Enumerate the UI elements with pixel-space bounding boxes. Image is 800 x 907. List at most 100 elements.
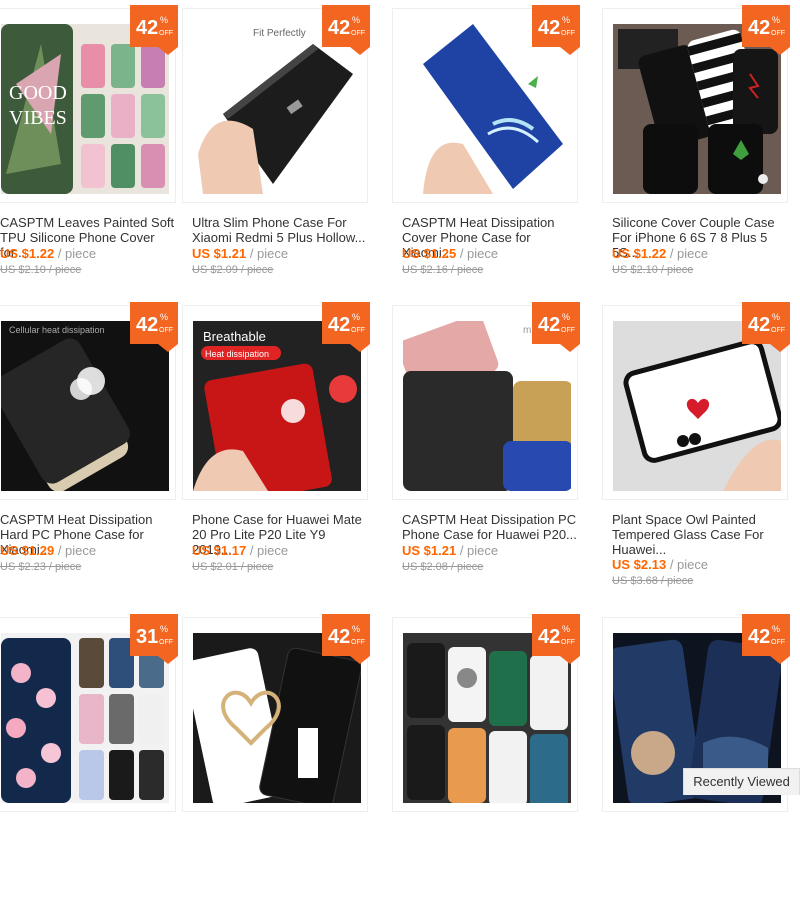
product-card[interactable]: 42 % OFF Silicone Cover Couple Case For … — [602, 5, 790, 298]
product-card[interactable]: multic 42 % OFF CASPTM Heat Dissipation … — [392, 302, 580, 595]
price-unit: / piece — [249, 543, 289, 558]
svg-text:%: % — [772, 624, 780, 634]
price-unit: / piece — [669, 246, 709, 261]
discount-badge: 42 % OFF — [130, 5, 178, 55]
product-title[interactable]: Ultra Slim Phone Case For Xiaomi Redmi 5… — [192, 215, 368, 245]
original-price: US $2.23 / piece — [0, 561, 82, 573]
svg-text:OFF: OFF — [771, 30, 785, 37]
svg-text:VIBES: VIBES — [9, 107, 67, 129]
discount-badge: 42 % OFF — [322, 5, 370, 55]
discount-badge: 42 % OFF — [742, 614, 790, 664]
svg-text:%: % — [160, 15, 168, 25]
svg-text:42: 42 — [136, 17, 158, 39]
svg-text:42: 42 — [328, 314, 350, 336]
svg-text:%: % — [352, 624, 360, 634]
original-price: US $2.10 / piece — [0, 264, 82, 276]
price-value: US $1.29 — [0, 543, 55, 558]
svg-text:OFF: OFF — [351, 30, 365, 37]
svg-text:42: 42 — [136, 314, 158, 336]
svg-text:OFF: OFF — [159, 327, 173, 334]
price-value: US $1.17 — [192, 543, 247, 558]
svg-text:42: 42 — [328, 17, 350, 39]
product-card[interactable]: 42 % OFF CASPTM Heat Dissipation Cover P… — [392, 5, 580, 298]
original-price: US $2.09 / piece — [192, 264, 274, 276]
svg-text:OFF: OFF — [561, 327, 575, 334]
svg-text:%: % — [352, 312, 360, 322]
product-card[interactable]: Fit Perfectly 42 % OFF Ultra Slim Phone … — [182, 5, 370, 298]
discount-badge: 42 % OFF — [532, 5, 580, 55]
price-line: US $1.29 / piece — [0, 543, 96, 559]
recently-viewed-button[interactable]: Recently Viewed — [683, 768, 800, 795]
svg-text:%: % — [562, 15, 570, 25]
price-unit: / piece — [57, 543, 97, 558]
price-value: US $2.13 — [612, 557, 667, 572]
product-grid: GOOD VIBES 42 % OFF CASPTM Leaves Painte… — [0, 0, 800, 812]
product-card[interactable]: Breathable Heat dissipation 42 % OFF Pho… — [182, 302, 370, 595]
svg-text:OFF: OFF — [561, 639, 575, 646]
svg-text:42: 42 — [748, 314, 770, 336]
svg-text:42: 42 — [538, 314, 560, 336]
svg-text:%: % — [352, 15, 360, 25]
product-card[interactable]: 42 % OFF — [392, 614, 580, 907]
price-unit: / piece — [459, 246, 499, 261]
original-price: US $3.68 / piece — [612, 575, 694, 587]
product-card[interactable]: 31 % OFF — [0, 614, 178, 907]
product-card[interactable]: 42 % OFF — [182, 614, 370, 907]
discount-badge: 42 % OFF — [742, 302, 790, 352]
svg-text:%: % — [562, 312, 570, 322]
svg-text:%: % — [160, 624, 168, 634]
product-card[interactable]: 42 % OFF — [602, 614, 790, 907]
svg-text:OFF: OFF — [351, 327, 365, 334]
price-value: US $1.21 — [402, 543, 457, 558]
price-line: US $1.17 / piece — [192, 543, 288, 559]
svg-text:%: % — [160, 312, 168, 322]
svg-text:OFF: OFF — [771, 639, 785, 646]
svg-text:42: 42 — [328, 626, 350, 648]
price-line: US $1.25 / piece — [402, 246, 498, 262]
svg-text:42: 42 — [748, 626, 770, 648]
product-title[interactable]: CASPTM Heat Dissipation PC Phone Case fo… — [402, 512, 578, 542]
price-value: US $1.21 — [192, 246, 247, 261]
svg-text:Breathable: Breathable — [203, 329, 266, 344]
product-card[interactable]: 42 % OFF Plant Space Owl Painted Tempere… — [602, 302, 790, 595]
discount-badge: 42 % OFF — [322, 302, 370, 352]
discount-badge: 31 % OFF — [130, 614, 178, 664]
svg-text:GOOD: GOOD — [9, 82, 67, 104]
price-line: US $1.22 / piece — [0, 246, 96, 262]
price-unit: / piece — [57, 246, 97, 261]
price-unit: / piece — [459, 543, 499, 558]
svg-text:%: % — [772, 312, 780, 322]
price-value: US $1.25 — [402, 246, 457, 261]
original-price: US $2.10 / piece — [612, 264, 694, 276]
product-card[interactable]: GOOD VIBES 42 % OFF CASPTM Leaves Painte… — [0, 5, 178, 298]
svg-text:%: % — [772, 15, 780, 25]
price-line: US $2.13 / piece — [612, 557, 708, 573]
price-line: US $1.21 / piece — [192, 246, 288, 262]
price-value: US $1.22 — [612, 246, 667, 261]
discount-badge: 42 % OFF — [130, 302, 178, 352]
price-value: US $1.22 — [0, 246, 55, 261]
price-unit: / piece — [669, 557, 709, 572]
svg-text:42: 42 — [748, 17, 770, 39]
original-price: US $2.16 / piece — [402, 264, 484, 276]
price-line: US $1.21 / piece — [402, 543, 498, 559]
svg-text:42: 42 — [538, 626, 560, 648]
svg-text:OFF: OFF — [159, 30, 173, 37]
svg-text:OFF: OFF — [351, 639, 365, 646]
discount-badge: 42 % OFF — [532, 614, 580, 664]
svg-text:Cellular heat dissipation: Cellular heat dissipation — [9, 325, 105, 335]
original-price: US $2.08 / piece — [402, 561, 484, 573]
svg-text:Heat dissipation: Heat dissipation — [205, 349, 269, 359]
product-title[interactable]: Plant Space Owl Painted Tempered Glass C… — [612, 512, 788, 557]
original-price: US $2.01 / piece — [192, 561, 274, 573]
discount-badge: 42 % OFF — [742, 5, 790, 55]
price-unit: / piece — [249, 246, 289, 261]
svg-text:31: 31 — [136, 626, 158, 648]
discount-badge: 42 % OFF — [322, 614, 370, 664]
price-line: US $1.22 / piece — [612, 246, 708, 262]
discount-badge: 42 % OFF — [532, 302, 580, 352]
product-card[interactable]: Cellular heat dissipation 42 % OFF CASPT… — [0, 302, 178, 595]
svg-text:Fit Perfectly: Fit Perfectly — [253, 28, 306, 39]
svg-text:OFF: OFF — [561, 30, 575, 37]
svg-text:%: % — [562, 624, 570, 634]
